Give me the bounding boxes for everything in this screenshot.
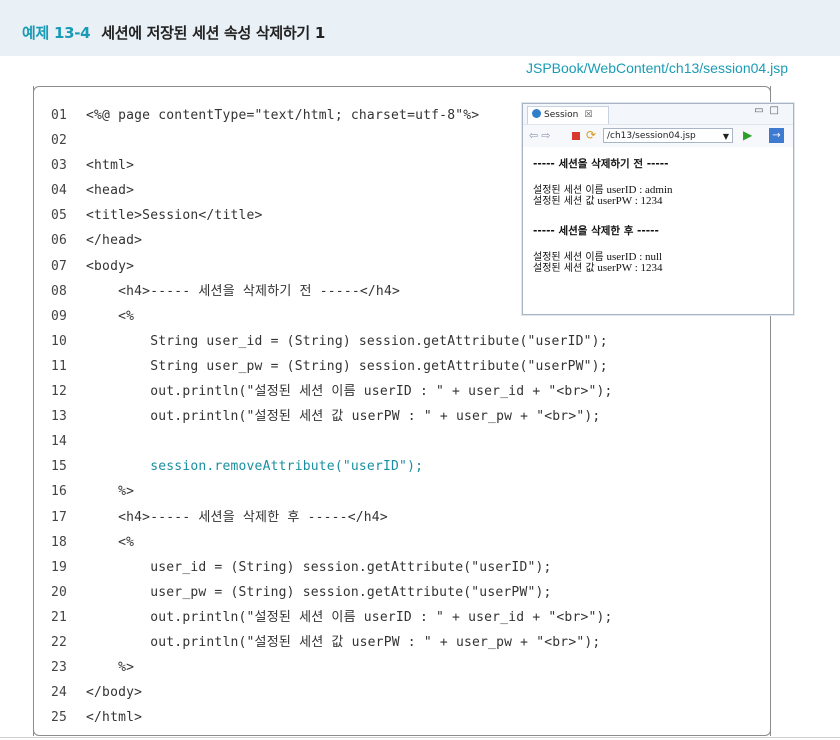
code-text: out.println("설정된 세션 값 userPW : " + user_… — [86, 409, 601, 425]
dropdown-icon[interactable]: ▼ — [723, 129, 729, 144]
code-line: 21 out.println("설정된 세션 이름 userID : " + u… — [51, 605, 613, 630]
code-text: session.removeAttribute("userID"); — [86, 459, 424, 475]
line-number: 05 — [51, 208, 68, 224]
line-number: 13 — [51, 409, 68, 425]
code-text: <html> — [86, 158, 135, 174]
line-number: 07 — [51, 258, 68, 274]
refresh-icon[interactable]: ⟳ — [586, 128, 596, 142]
code-line: 22 out.println("설정된 세션 값 userPW : " + us… — [51, 630, 613, 655]
after-pw-line: 설정된 세션 값 userPW : 1234 — [533, 262, 663, 275]
url-field[interactable]: /ch13/session04.jsp ▼ — [603, 128, 733, 143]
code-text: out.println("설정된 세션 값 userPW : " + user_… — [86, 634, 601, 650]
line-number: 01 — [51, 108, 68, 123]
line-number: 20 — [51, 584, 68, 600]
code-text: <head> — [86, 183, 135, 199]
back-icon[interactable]: ⇦ — [529, 129, 541, 142]
line-number: 11 — [51, 358, 68, 374]
code-line: 12 out.println("설정된 세션 이름 userID : " + u… — [51, 379, 613, 404]
maximize-icon[interactable]: □ — [770, 105, 785, 116]
file-path: JSPBook/WebContent/ch13/session04.jsp — [525, 60, 788, 76]
code-text: <% — [86, 308, 135, 324]
browser-content: ----- 세션을 삭제하기 전 ----- 설정된 세션 이름 userID … — [533, 156, 788, 274]
line-number: 16 — [51, 484, 68, 500]
example-title: 예제 13-4 세션에 저장된 세션 속성 삭제하기 1 — [22, 22, 325, 43]
code-line: 15 session.removeAttribute("userID"); — [51, 454, 613, 479]
line-number: 25 — [51, 710, 68, 726]
before-pw-line: 설정된 세션 값 userPW : 1234 — [533, 195, 663, 208]
code-line: 11 String user_pw = (String) session.get… — [51, 354, 613, 379]
line-number: 19 — [51, 559, 68, 575]
line-number: 06 — [51, 233, 68, 249]
code-line: 14 — [51, 429, 613, 454]
code-line: 18 <% — [51, 530, 613, 555]
url-text: /ch13/session04.jsp — [607, 131, 696, 141]
line-number: 23 — [51, 660, 68, 676]
code-text: user_id = (String) session.getAttribute(… — [86, 559, 552, 575]
code-text: <%@ page contentType="text/html; charset… — [86, 108, 480, 123]
line-number: 14 — [51, 434, 68, 450]
code-line: 13 out.println("설정된 세션 값 userPW : " + us… — [51, 404, 613, 429]
example-label: 예제 — [22, 24, 50, 42]
code-text: String user_pw = (String) session.getAtt… — [86, 358, 608, 374]
external-browser-icon[interactable]: → — [769, 128, 784, 143]
line-number: 15 — [51, 459, 68, 475]
line-number: 08 — [51, 283, 68, 299]
line-number: 17 — [51, 509, 68, 525]
stop-icon[interactable] — [572, 132, 580, 140]
code-text: %> — [86, 484, 135, 500]
browser-toolbar: ⇦⇨ ⟳ /ch13/session04.jsp ▼ ▶ → — [523, 125, 793, 147]
heading-after: ----- 세션을 삭제한 후 ----- — [533, 225, 659, 237]
line-number: 12 — [51, 384, 68, 400]
go-icon[interactable]: ▶ — [743, 128, 752, 142]
line-number: 21 — [51, 609, 68, 625]
code-text: %> — [86, 660, 135, 676]
code-text: <body> — [86, 258, 135, 274]
heading-before: ----- 세션을 삭제하기 전 ----- — [533, 158, 669, 170]
code-text: user_pw = (String) session.getAttribute(… — [86, 584, 552, 600]
code-text: String user_id = (String) session.getAtt… — [86, 333, 608, 349]
browser-tab[interactable]: Session ☒ — [527, 106, 609, 124]
nav-arrows: ⇦⇨ — [529, 129, 553, 142]
code-line: 23 %> — [51, 655, 613, 680]
browser-tabbar: Session ☒ ▭□ — [523, 104, 793, 125]
line-number: 10 — [51, 333, 68, 349]
code-line: 25 </html> — [51, 705, 613, 730]
code-text: </body> — [86, 685, 143, 701]
globe-icon — [532, 109, 541, 118]
line-number: 09 — [51, 308, 68, 324]
code-line: 10 String user_id = (String) session.get… — [51, 329, 613, 354]
code-text: <h4>----- 세션을 삭제한 후 -----</h4> — [86, 509, 388, 525]
tab-title: Session — [544, 110, 579, 120]
code-text: out.println("설정된 세션 이름 userID : " + user… — [86, 384, 613, 400]
line-number: 02 — [51, 133, 68, 149]
page-divider — [0, 737, 840, 738]
example-title-text: 세션에 저장된 세션 속성 삭제하기 1 — [101, 24, 325, 42]
code-text: <h4>----- 세션을 삭제하기 전 -----</h4> — [86, 283, 400, 299]
code-line: 20 user_pw = (String) session.getAttribu… — [51, 580, 613, 605]
window-controls: ▭□ — [754, 105, 785, 116]
line-number: 22 — [51, 634, 68, 650]
code-text: out.println("설정된 세션 이름 userID : " + user… — [86, 609, 613, 625]
line-number: 18 — [51, 534, 68, 550]
code-line: 17 <h4>----- 세션을 삭제한 후 -----</h4> — [51, 505, 613, 530]
minimize-icon[interactable]: ▭ — [754, 105, 769, 116]
line-number: 03 — [51, 158, 68, 174]
line-number: 24 — [51, 685, 68, 701]
forward-icon[interactable]: ⇨ — [541, 129, 553, 142]
browser-window: Session ☒ ▭□ ⇦⇨ ⟳ /ch13/session04.jsp ▼ ▶… — [522, 103, 794, 315]
code-line: 16 %> — [51, 479, 613, 504]
code-text: <title>Session</title> — [86, 208, 263, 224]
code-line: 19 user_id = (String) session.getAttribu… — [51, 555, 613, 580]
example-number: 13-4 — [53, 24, 91, 42]
code-text: <% — [86, 534, 135, 550]
line-number: 04 — [51, 183, 68, 199]
code-text: </head> — [86, 233, 143, 249]
close-icon[interactable]: ☒ — [584, 110, 592, 120]
code-line: 24 </body> — [51, 680, 613, 705]
code-text: </html> — [86, 710, 143, 726]
